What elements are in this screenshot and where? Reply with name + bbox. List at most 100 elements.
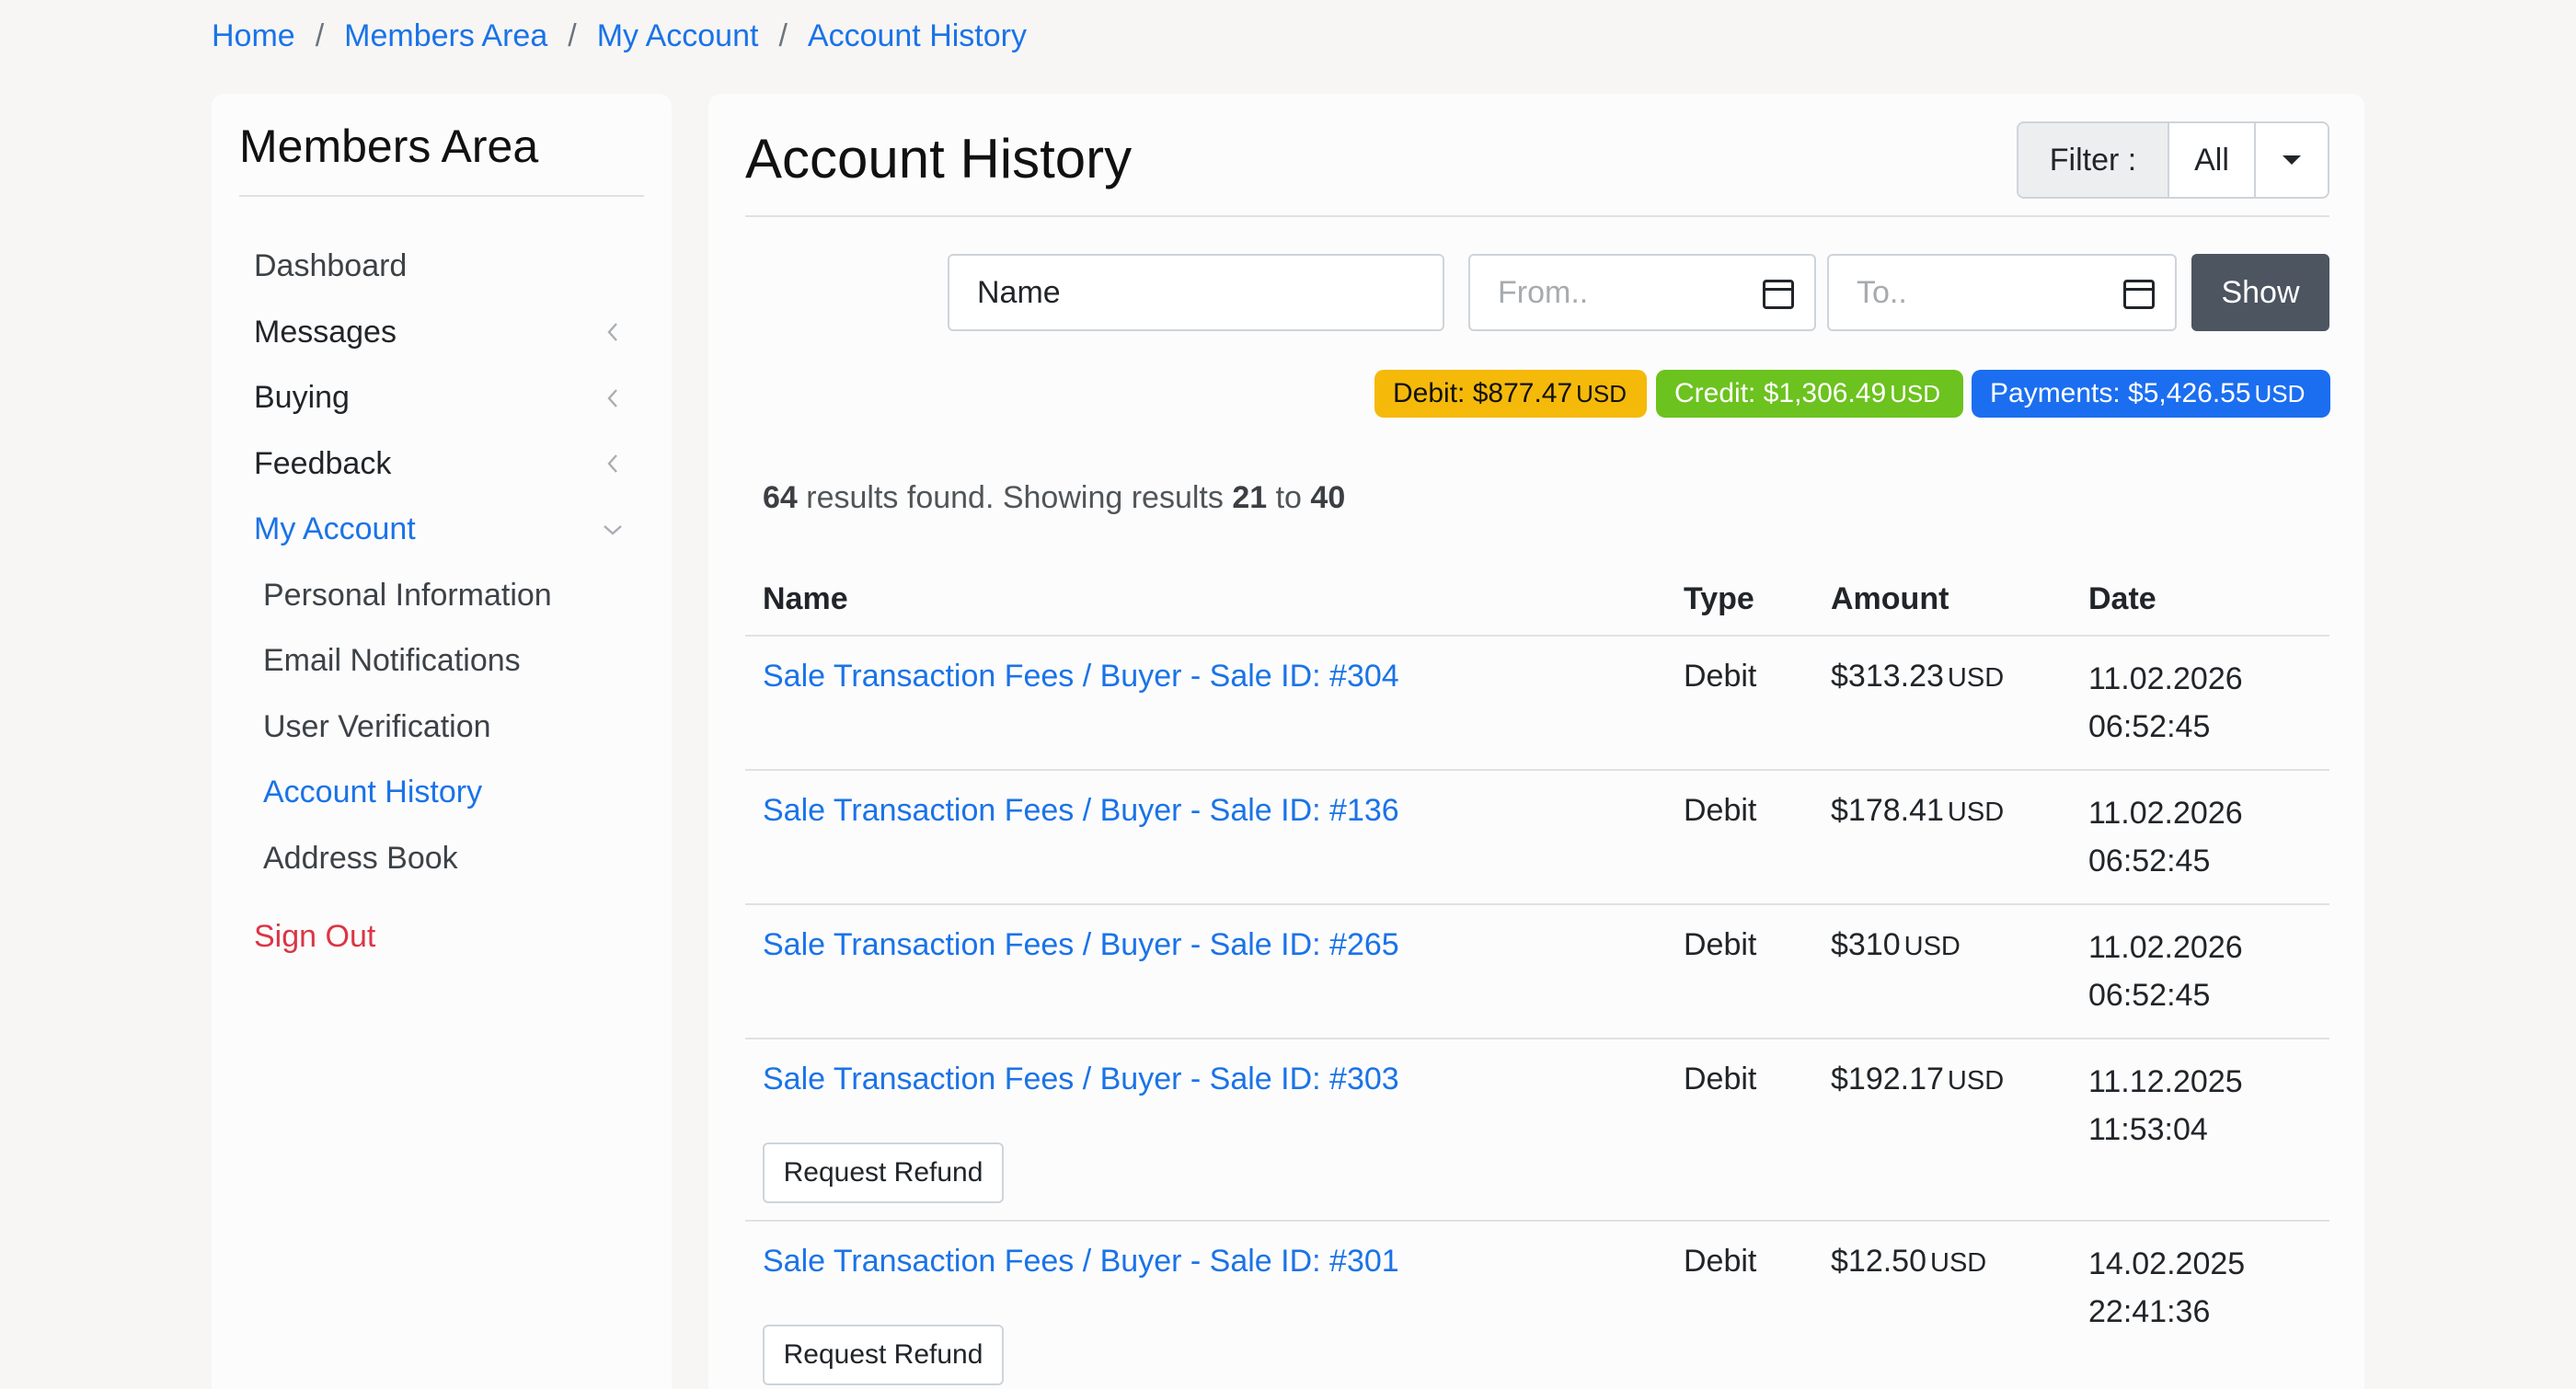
date-value: 11.02.2026: [2088, 930, 2243, 965]
transaction-amount: $313.23 USD: [1831, 659, 2004, 694]
sidebar-item-my-account[interactable]: My Account: [212, 497, 672, 563]
sidebar-item-label: My Account: [254, 511, 416, 547]
sidebar-subitem-account-history[interactable]: Account History: [212, 760, 672, 826]
transaction-link[interactable]: Sale Transaction Fees / Buyer - Sale ID:…: [763, 1244, 1399, 1280]
sidebar-title: Members Area: [239, 121, 539, 172]
sidebar-subitem-email-notifications[interactable]: Email Notifications: [212, 628, 672, 694]
breadcrumb-home[interactable]: Home: [212, 18, 295, 54]
header-name: Name: [763, 580, 848, 616]
name-input[interactable]: Name: [948, 254, 1444, 331]
show-button[interactable]: Show: [2191, 254, 2329, 331]
filter-toggle-button[interactable]: [2256, 123, 2328, 197]
sidebar-item-feedback[interactable]: Feedback: [212, 431, 672, 498]
date-value: 14.02.2025: [2088, 1246, 2246, 1281]
request-refund-button[interactable]: Request Refund: [763, 1325, 1004, 1385]
filter-label: Filter :: [2018, 123, 2169, 197]
sidebar-item-label: Dashboard: [254, 248, 408, 284]
transaction-type: Debit: [1684, 927, 1757, 962]
sidebar-item-label: Messages: [254, 314, 397, 350]
transaction-amount: $192.17 USD: [1831, 1062, 2004, 1097]
header-amount: Amount: [1831, 580, 1949, 616]
to-date-input[interactable]: To..: [1827, 254, 2177, 331]
breadcrumb-separator: /: [315, 17, 325, 53]
filter-dropdown[interactable]: Filter : All: [2017, 121, 2329, 199]
sidebar-subitem-label: Account History: [263, 775, 483, 810]
transaction-type: Debit: [1684, 1062, 1757, 1096]
breadcrumb-members-area[interactable]: Members Area: [344, 18, 547, 54]
sidebar-subitem-label: Address Book: [263, 840, 458, 876]
time-value: 22:41:36: [2088, 1294, 2211, 1329]
sidebar-subitem-label: Email Notifications: [263, 643, 521, 679]
table-row: Sale Transaction Fees / Buyer - Sale ID:…: [745, 1222, 2329, 1389]
filter-value[interactable]: All: [2169, 123, 2256, 197]
sidebar-item-buying[interactable]: Buying: [212, 365, 672, 431]
time-value: 06:52:45: [2088, 978, 2211, 1013]
results-from: 21: [1232, 480, 1268, 515]
table-header: Name Type Amount Date: [745, 563, 2329, 637]
sidebar-item-label: Buying: [254, 380, 350, 416]
transaction-date: 11.02.2026 06:52:45: [2088, 924, 2243, 1019]
sidebar-item-label: Feedback: [254, 445, 392, 481]
table-row: Sale Transaction Fees / Buyer - Sale ID:…: [745, 905, 2329, 1039]
title-divider: [745, 215, 2329, 217]
account-history-table: Name Type Amount Date Sale Transaction F…: [745, 563, 2329, 1389]
request-refund-button[interactable]: Request Refund: [763, 1142, 1004, 1203]
amount-currency: USD: [1947, 798, 2005, 827]
amount-value: $313.23: [1831, 659, 1944, 694]
transaction-date: 11.12.2025 11:53:04: [2088, 1058, 2243, 1154]
sidebar-subitem-label: User Verification: [263, 708, 491, 744]
time-value: 06:52:45: [2088, 709, 2211, 744]
transaction-link[interactable]: Sale Transaction Fees / Buyer - Sale ID:…: [763, 927, 1399, 963]
date-value: 11.02.2026: [2088, 661, 2243, 696]
results-to-word: to: [1275, 480, 1302, 515]
calendar-icon[interactable]: [1763, 280, 1794, 309]
sidebar-subitem-user-verification[interactable]: User Verification: [212, 694, 672, 761]
transaction-amount: $310 USD: [1831, 927, 1961, 963]
from-date-input[interactable]: From..: [1468, 254, 1816, 331]
date-value: 11.12.2025: [2088, 1064, 2243, 1099]
chevron-left-icon: [600, 385, 626, 411]
amount-value: $192.17: [1831, 1062, 1944, 1096]
credit-total-badge: Credit: $1,306.49 USD: [1656, 370, 1963, 418]
date-value: 11.02.2026: [2088, 796, 2243, 831]
debit-total-label: Debit: $877.47: [1393, 378, 1573, 408]
header-type: Type: [1684, 580, 1754, 616]
breadcrumb-separator: /: [568, 17, 577, 53]
chevron-down-icon: [600, 517, 626, 543]
transaction-date: 11.02.2026 06:52:45: [2088, 789, 2243, 885]
to-date-placeholder: To..: [1857, 274, 1907, 310]
sidebar-divider: [239, 195, 644, 197]
amount-value: $310: [1831, 927, 1901, 962]
sidebar-item-messages[interactable]: Messages: [212, 300, 672, 366]
table-row: Sale Transaction Fees / Buyer - Sale ID:…: [745, 637, 2329, 771]
sidebar-subitem-label: Personal Information: [263, 577, 552, 613]
payments-total-label: Payments: $5,426.55: [1990, 378, 2251, 408]
chevron-left-icon: [600, 451, 626, 476]
credit-total-label: Credit: $1,306.49: [1674, 378, 1887, 408]
table-row: Sale Transaction Fees / Buyer - Sale ID:…: [745, 771, 2329, 905]
breadcrumb-account-history[interactable]: Account History: [808, 18, 1027, 54]
transaction-link[interactable]: Sale Transaction Fees / Buyer - Sale ID:…: [763, 793, 1399, 829]
header-date: Date: [2088, 580, 2156, 616]
transaction-date: 14.02.2025 22:41:36: [2088, 1240, 2245, 1336]
breadcrumb-my-account[interactable]: My Account: [597, 18, 759, 54]
sidebar-subitem-address-book[interactable]: Address Book: [212, 826, 672, 892]
table-row: Sale Transaction Fees / Buyer - Sale ID:…: [745, 1039, 2329, 1222]
amount-value: $178.41: [1831, 793, 1944, 828]
transaction-link[interactable]: Sale Transaction Fees / Buyer - Sale ID:…: [763, 1062, 1399, 1097]
transaction-type: Debit: [1684, 1244, 1757, 1279]
payments-total-badge: Payments: $5,426.55 USD: [1972, 370, 2330, 418]
sidebar: Members Area Dashboard Messages Buying F…: [212, 94, 672, 1389]
sidebar-nav: Dashboard Messages Buying Feedback My Ac…: [212, 234, 672, 978]
sidebar-subitem-personal-information[interactable]: Personal Information: [212, 563, 672, 629]
sign-out-link[interactable]: Sign Out: [212, 895, 672, 978]
results-text: results found. Showing results: [806, 480, 1224, 515]
sidebar-item-dashboard[interactable]: Dashboard: [212, 234, 672, 300]
from-date-placeholder: From..: [1498, 274, 1589, 310]
transaction-type: Debit: [1684, 793, 1757, 828]
credit-currency: USD: [1890, 379, 1941, 408]
amount-currency: USD: [1947, 663, 2005, 693]
main-panel: Account History Filter : All Name From..…: [708, 94, 2364, 1389]
calendar-icon[interactable]: [2123, 280, 2155, 309]
transaction-link[interactable]: Sale Transaction Fees / Buyer - Sale ID:…: [763, 659, 1399, 694]
